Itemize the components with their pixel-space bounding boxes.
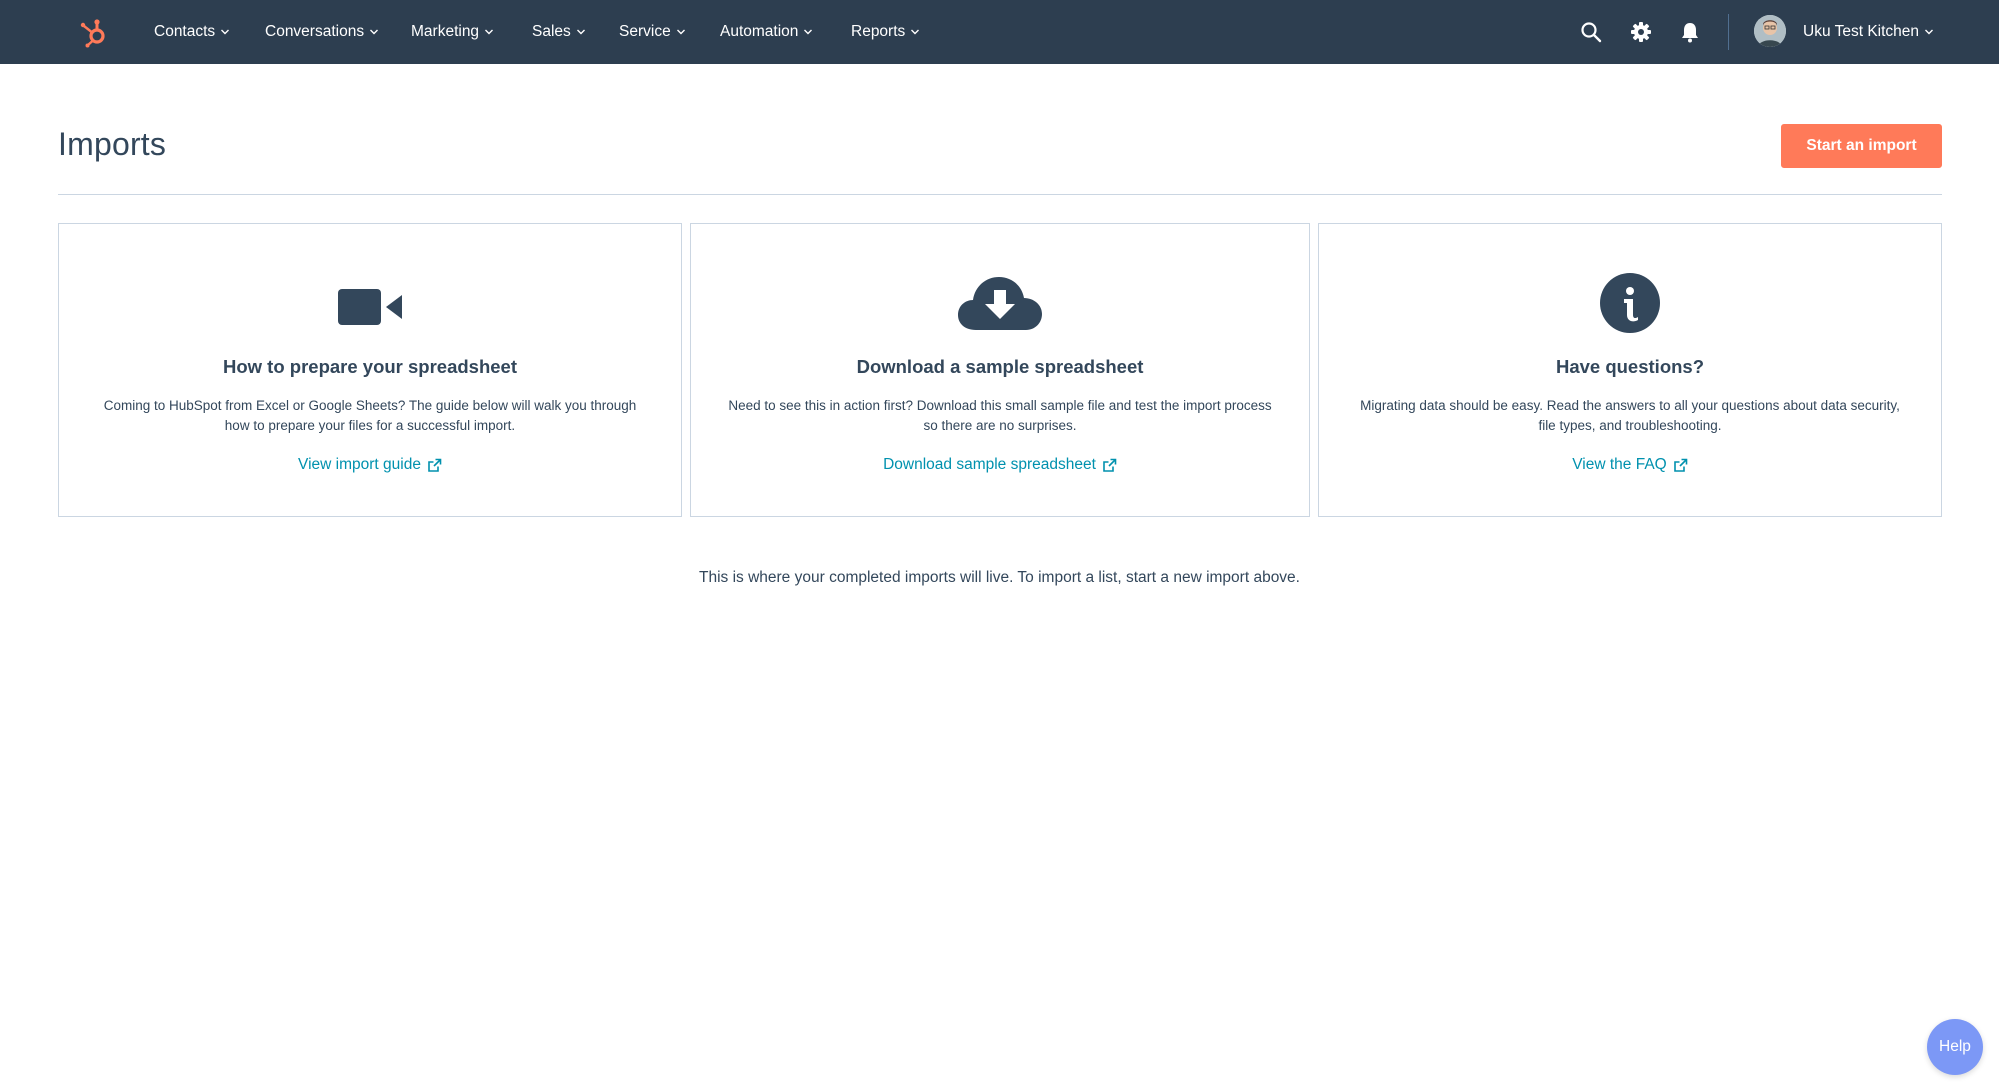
card-prepare-spreadsheet: How to prepare your spreadsheet Coming t… — [58, 223, 682, 517]
link-label: View the FAQ — [1572, 456, 1667, 473]
link-label: Download sample spreadsheet — [883, 456, 1096, 473]
nav-automation[interactable]: Automation — [720, 0, 813, 64]
nav-divider — [1728, 14, 1729, 50]
empty-imports-message: This is where your completed imports wil… — [699, 569, 1300, 586]
bell-icon[interactable] — [1676, 18, 1704, 46]
nav-sales-label: Sales — [532, 23, 571, 40]
card-description: Coming to HubSpot from Excel or Google S… — [103, 398, 637, 433]
view-import-guide-link[interactable]: View import guide — [59, 456, 681, 474]
chevron-down-icon — [220, 28, 230, 36]
card-title: Download a sample spreadsheet — [856, 356, 1144, 377]
chevron-down-icon — [369, 28, 379, 36]
chevron-down-icon — [1924, 28, 1934, 36]
card-description: Migrating data should be easy. Read the … — [1360, 398, 1900, 433]
chevron-down-icon — [484, 28, 494, 36]
chevron-down-icon — [676, 28, 686, 36]
external-link-icon — [1673, 458, 1688, 473]
nav-conversations[interactable]: Conversations — [265, 0, 379, 64]
view-faq-link[interactable]: View the FAQ — [1319, 456, 1941, 474]
nav-contacts[interactable]: Contacts — [154, 0, 230, 64]
cloud-download-icon — [958, 274, 1042, 332]
nav-service[interactable]: Service — [619, 0, 686, 64]
chevron-down-icon — [910, 28, 920, 36]
nav-reports-label: Reports — [851, 23, 906, 40]
nav-conversations-label: Conversations — [265, 23, 365, 40]
gear-icon[interactable] — [1627, 18, 1655, 46]
nav-contacts-label: Contacts — [154, 23, 216, 40]
card-have-questions: Have questions? Migrating data should be… — [1318, 223, 1942, 517]
card-description: Need to see this in action first? Downlo… — [728, 398, 1272, 433]
nav-service-label: Service — [619, 23, 671, 40]
external-link-icon — [427, 458, 442, 473]
nav-marketing-label: Marketing — [411, 23, 480, 40]
nav-automation-label: Automation — [720, 23, 799, 40]
video-camera-icon — [338, 287, 402, 327]
account-name: Uku Test Kitchen — [1803, 23, 1920, 40]
card-download-sample: Download a sample spreadsheet Need to se… — [690, 223, 1310, 517]
help-button[interactable]: Help — [1927, 1019, 1983, 1075]
info-circle-icon — [1600, 273, 1660, 333]
account-menu[interactable]: Uku Test Kitchen — [1803, 0, 1934, 64]
chevron-down-icon — [576, 28, 586, 36]
external-link-icon — [1102, 458, 1117, 473]
page-title: Imports — [58, 126, 167, 162]
search-icon[interactable] — [1577, 18, 1605, 46]
card-title: Have questions? — [1555, 356, 1705, 377]
start-import-button[interactable]: Start an import — [1781, 124, 1942, 168]
top-navigation-bar: Contacts Conversations Marketing Sales S… — [0, 0, 1999, 64]
download-sample-spreadsheet-link[interactable]: Download sample spreadsheet — [691, 456, 1309, 474]
nav-reports[interactable]: Reports — [851, 0, 920, 64]
avatar[interactable] — [1754, 15, 1786, 47]
card-title: How to prepare your spreadsheet — [222, 356, 518, 377]
link-label: View import guide — [298, 456, 421, 473]
header-divider — [58, 194, 1942, 195]
nav-sales[interactable]: Sales — [532, 0, 586, 64]
nav-marketing[interactable]: Marketing — [411, 0, 494, 64]
hubspot-logo-icon[interactable] — [76, 14, 112, 50]
chevron-down-icon — [803, 28, 813, 36]
